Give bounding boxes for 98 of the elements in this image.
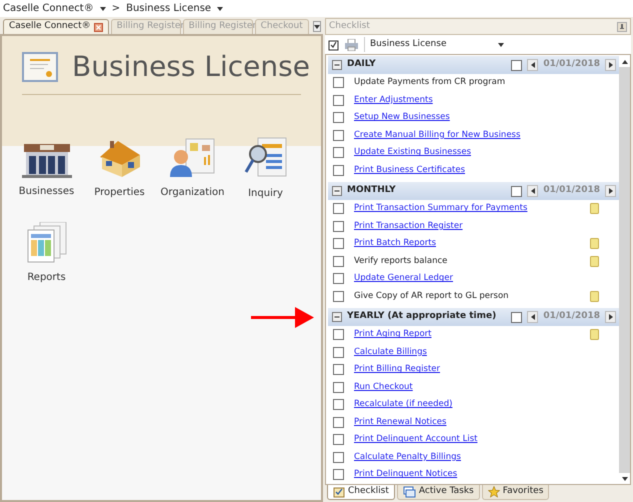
- checkbox[interactable]: [333, 329, 344, 340]
- date-label: 01/01/2018: [543, 184, 600, 198]
- next-button[interactable]: [605, 311, 616, 323]
- previous-button[interactable]: [527, 59, 538, 71]
- certificate-icon: [22, 52, 58, 82]
- task-link[interactable]: Recalculate (if needed): [354, 398, 599, 412]
- task-link[interactable]: Print Transaction Summary for Payments: [354, 202, 580, 216]
- next-button[interactable]: [605, 185, 616, 197]
- task-link[interactable]: Print Batch Reports: [354, 237, 580, 250]
- pointer-arrow: [251, 307, 314, 328]
- task-link[interactable]: Calculate Penalty Billings: [354, 450, 599, 464]
- close-icon[interactable]: [94, 22, 103, 32]
- section-header: DAILY 01/01/2018: [328, 56, 619, 74]
- panel-tab[interactable]: Favorites: [482, 485, 550, 500]
- checkbox[interactable]: [333, 290, 344, 302]
- module-shortcut[interactable]: Organization: [156, 126, 229, 211]
- previous-button[interactable]: [527, 185, 538, 197]
- checkbox[interactable]: [511, 60, 522, 70]
- checkbox[interactable]: [333, 434, 344, 446]
- checkbox[interactable]: [333, 273, 344, 284]
- checkbox[interactable]: [333, 112, 344, 124]
- task-link[interactable]: Print Business Certificates: [354, 164, 599, 177]
- checklist-icon: [333, 486, 345, 498]
- task-link[interactable]: Print Renewal Notices: [354, 416, 599, 429]
- checkbox[interactable]: [333, 130, 344, 141]
- module-title: Business License: [72, 49, 310, 85]
- star-icon: [488, 486, 500, 498]
- breadcrumb-item[interactable]: Caselle Connect®: [3, 1, 94, 16]
- task-link[interactable]: Print Billing Register: [354, 363, 599, 376]
- document-tab[interactable]: Caselle Connect®: [3, 19, 109, 34]
- breadcrumb-item[interactable]: Business License: [126, 1, 212, 16]
- collapse-icon[interactable]: [332, 312, 342, 322]
- checkbox[interactable]: [511, 312, 522, 322]
- task-link[interactable]: Enter Adjustments: [354, 94, 599, 107]
- checkbox[interactable]: [333, 203, 344, 214]
- task-label: Give Copy of AR report to GL person: [354, 290, 510, 303]
- task-link[interactable]: Update Existing Businesses: [354, 146, 599, 160]
- caret-icon: [498, 42, 504, 48]
- section-header: YEARLY (At appropriate time) 01/01/2018: [328, 308, 619, 326]
- printer-icon[interactable]: [345, 38, 358, 50]
- checkbox[interactable]: [333, 364, 344, 376]
- task-link[interactable]: Setup New Businesses: [354, 111, 599, 124]
- task-link[interactable]: Update General Ledger: [354, 272, 599, 286]
- task-link[interactable]: Print Aging Report: [354, 328, 580, 342]
- reports-icon: [26, 222, 68, 264]
- checkbox[interactable]: [333, 416, 344, 428]
- checkbox[interactable]: [333, 469, 344, 480]
- caret-icon: [100, 6, 106, 12]
- person-with-chart-icon: [168, 137, 218, 179]
- left-arrow-icon: [530, 62, 536, 68]
- collapse-icon[interactable]: [332, 60, 342, 70]
- left-arrow-icon: [530, 188, 536, 194]
- checkbox[interactable]: [333, 256, 344, 267]
- breadcrumb-separator: >: [112, 2, 120, 16]
- scroll-up-icon: [622, 58, 628, 64]
- previous-button[interactable]: [527, 311, 538, 323]
- module-shortcut[interactable]: Businesses: [10, 126, 83, 211]
- scrollbar[interactable]: [619, 56, 630, 484]
- checkbox[interactable]: [333, 220, 344, 232]
- panel-title: Checklist: [329, 20, 370, 33]
- task-link[interactable]: Print Transaction Register: [354, 220, 599, 233]
- right-arrow-icon: [608, 188, 614, 194]
- task-link[interactable]: Calculate Billings: [354, 346, 599, 359]
- module-shortcut[interactable]: Inquiry: [229, 126, 302, 211]
- panel-tab[interactable]: Checklist: [327, 485, 395, 500]
- checkbox[interactable]: [333, 164, 344, 176]
- caret-icon: [217, 6, 224, 12]
- panel-tab[interactable]: Active Tasks: [396, 485, 480, 500]
- task-label: Verify reports balance: [354, 254, 448, 268]
- dropdown-button[interactable]: [312, 21, 321, 32]
- right-arrow-icon: [608, 62, 614, 68]
- left-arrow-icon: [530, 314, 536, 320]
- checkbox[interactable]: [333, 77, 344, 88]
- task-label: Update Payments from CR program: [354, 76, 506, 90]
- module-shortcut[interactable]: Reports: [10, 211, 83, 296]
- section-header: MONTHLY 01/01/2018: [328, 182, 619, 200]
- checkbox[interactable]: [333, 346, 344, 358]
- checkbox[interactable]: [511, 186, 522, 196]
- checkbox[interactable]: [333, 452, 344, 463]
- scroll-down-icon: [622, 476, 628, 482]
- module-shortcut[interactable]: Properties: [83, 126, 156, 211]
- pin-icon[interactable]: [617, 22, 627, 32]
- task-link[interactable]: Create Manual Billing for New Business: [354, 128, 599, 142]
- date-label: 01/01/2018: [543, 310, 600, 324]
- date-label: 01/01/2018: [543, 58, 600, 72]
- caret-icon: [314, 24, 320, 30]
- next-button[interactable]: [605, 59, 616, 71]
- task-link[interactable]: Run Checkout: [354, 380, 599, 394]
- task-link[interactable]: Print Delinquent Notices: [354, 468, 599, 482]
- right-arrow-icon: [608, 314, 614, 320]
- checkbox[interactable]: [333, 382, 344, 393]
- clipboard-check-icon[interactable]: [328, 38, 339, 50]
- checkbox[interactable]: [333, 238, 344, 250]
- checkbox[interactable]: [333, 94, 344, 106]
- task-link[interactable]: Print Delinquent Account List: [354, 433, 599, 446]
- collapse-icon[interactable]: [332, 186, 342, 196]
- checkbox[interactable]: [333, 399, 344, 410]
- checkbox[interactable]: [333, 147, 344, 158]
